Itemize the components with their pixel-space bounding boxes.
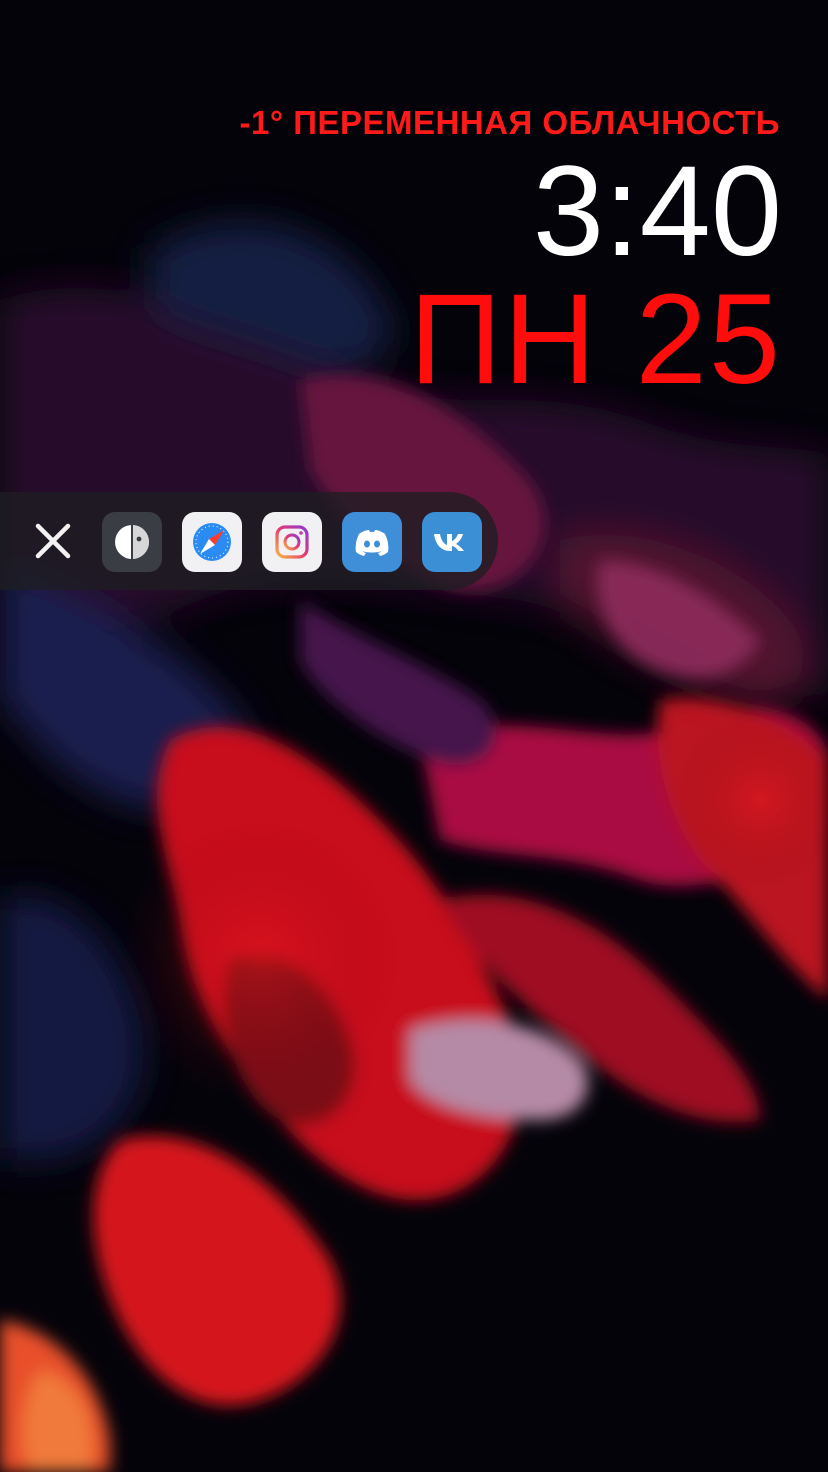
close-icon[interactable]: [24, 512, 82, 570]
camera-icon: [262, 512, 322, 572]
compass-icon: [182, 512, 242, 572]
weather-label: -1° ПЕРЕМЕННАЯ ОБЛАЧНОСТЬ: [239, 104, 780, 141]
vk-icon: [422, 512, 482, 572]
app-icon-discord[interactable]: [342, 512, 402, 572]
discord-icon: [342, 512, 402, 572]
half-circle-icon: [102, 512, 162, 572]
app-icon-instagram[interactable]: [262, 512, 322, 572]
app-shortcut-dock: [0, 492, 498, 590]
lock-screen: -1° ПЕРЕМЕННАЯ ОБЛАЧНОСТЬ 3:40 ПН 25: [0, 0, 828, 1472]
clock-time: 3:40: [532, 140, 782, 283]
clock-date: ПН 25: [409, 268, 782, 411]
app-icon-vk[interactable]: [422, 512, 482, 572]
app-icon-safari[interactable]: [182, 512, 242, 572]
app-icon-circle[interactable]: [102, 512, 162, 572]
